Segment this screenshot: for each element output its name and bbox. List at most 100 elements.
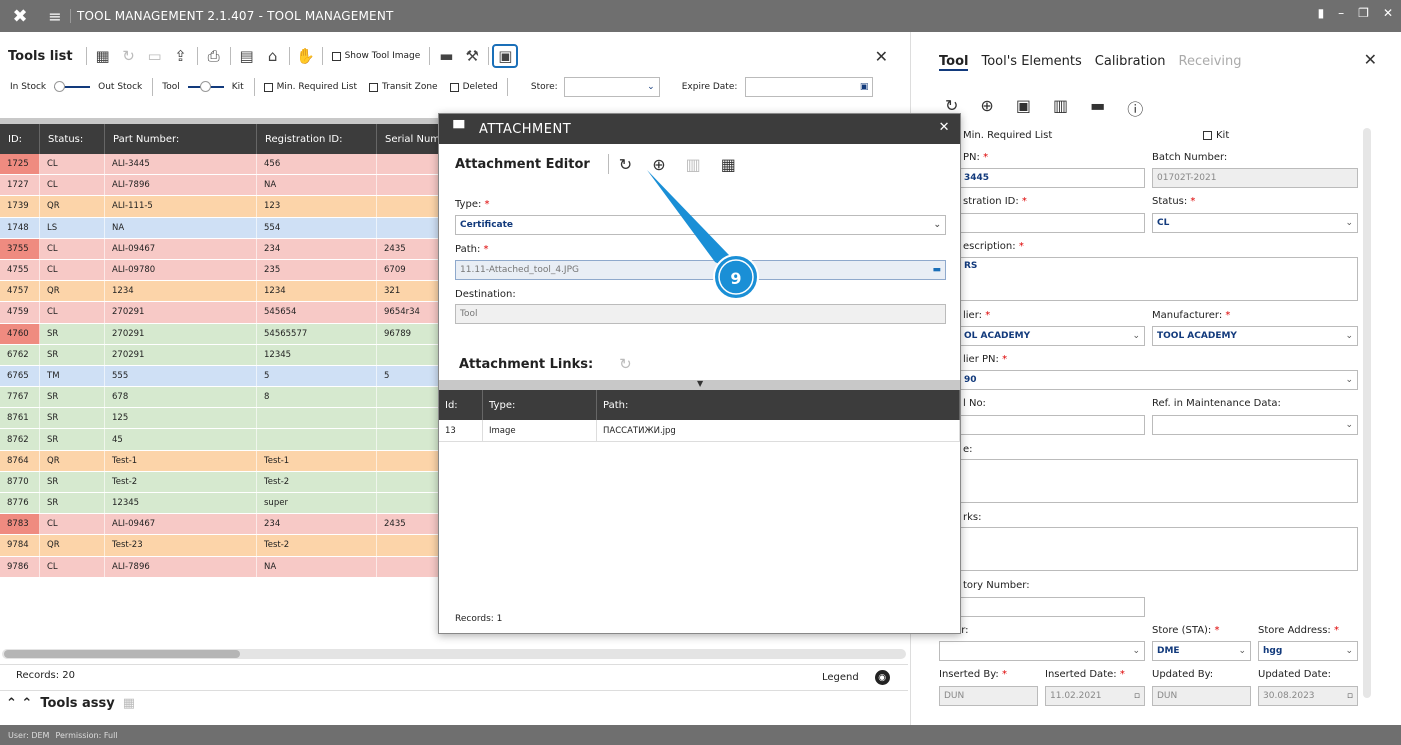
inserted-date-field[interactable]: 11.02.2021 ▫ [1045,686,1145,706]
add-icon[interactable]: ⊕ [652,155,665,174]
supplier-select[interactable]: OL ACADEMY ⌄ [939,326,1145,346]
destination-field[interactable]: Tool [455,304,946,324]
tools-assy-section[interactable]: ⌃ ⌃ Tools assy ▦ [6,696,135,711]
print-icon[interactable]: ⎙ [201,45,227,67]
minimize-button[interactable]: – [1338,6,1344,20]
expire-date-picker[interactable]: ▣ [745,77,874,97]
refresh-icon[interactable]: ↻ [116,45,142,67]
column-header-status[interactable]: Status: [40,124,105,154]
cell-part-number: ALI-3445 [105,154,257,175]
column-header-id[interactable]: ID: [0,124,40,154]
horizontal-scrollbar[interactable] [2,649,906,659]
updated-date-label: Updated Date: [1258,669,1332,680]
cell-id: 8764 [0,450,40,471]
chevron-down-icon: ⌄ [933,220,941,230]
refresh-icon[interactable]: ↻ [619,155,632,174]
tab-receiving[interactable]: Receiving [1179,54,1242,71]
stock-toggle[interactable] [54,81,91,93]
separator [253,78,255,96]
table-row[interactable]: 13 Image ПАССАТИЖИ.jpg [439,420,960,442]
serial-number-field[interactable] [939,415,1145,435]
close-window-button[interactable]: ✕ [1383,6,1393,20]
vertical-scrollbar[interactable] [1363,128,1371,698]
archive-icon[interactable]: ▭ [142,45,168,67]
transfer-icon[interactable]: ⇪ [168,45,194,67]
type-label-text: Type: [455,199,482,210]
path-field[interactable]: 11.11-Attached_tool_4.JPG ▬ [455,260,946,280]
cell-status: SR [40,493,105,514]
column-header-type[interactable]: Type: [483,390,597,420]
inserted-by-field[interactable]: DUN [939,686,1038,706]
delete-icon[interactable]: ▥ [686,155,701,174]
manufacturer-label: Manufacturer: * [1152,310,1230,321]
column-header-registration-id[interactable]: Registration ID: [257,124,377,154]
column-header-id[interactable]: Id: [439,390,483,420]
cell-part-number: NA [105,217,257,238]
deleted-checkbox[interactable]: Deleted [449,82,498,92]
required-mark: * [1119,669,1125,680]
checkbox-box [1203,131,1212,140]
note-field[interactable] [939,459,1358,503]
kit-checkbox[interactable]: Kit [1203,130,1229,141]
calibration-icon[interactable]: ⚒ [459,45,485,67]
transit-zone-checkbox[interactable]: Transit Zone [369,82,438,92]
tab-tools-elements[interactable]: Tool's Elements [981,54,1081,71]
cell-part-number: ALI-09467 [105,238,257,259]
description-label: escription: * [963,241,1024,252]
tool-box-icon[interactable]: ▬ [1090,96,1105,120]
owner-select[interactable]: ⌄ [939,641,1145,661]
close-tools-list-button[interactable]: ✕ [875,47,888,66]
tab-tool[interactable]: Tool [939,54,969,71]
cell-status: QR [40,535,105,556]
column-header-path[interactable]: Path: [597,390,960,420]
supplier-pn-select[interactable]: 90 ⌄ [939,370,1358,390]
delete-icon[interactable]: ▥ [1053,96,1068,120]
show-tool-image-checkbox[interactable]: Show Tool Image [331,51,420,61]
min-required-checkbox[interactable]: Min. Required List [263,82,357,92]
close-dialog-button[interactable]: ✕ [939,120,950,135]
updated-date-field[interactable]: 30.08.2023 ▫ [1258,686,1358,706]
scrollbar-thumb[interactable] [4,650,240,658]
notifications-icon[interactable]: ▮ [1318,6,1325,20]
column-header-part-number[interactable]: Part Number: [105,124,257,154]
type-select[interactable]: Certificate ⌄ [455,215,946,235]
batch-number-field[interactable]: 01702T-2021 [1152,168,1358,188]
eye-icon[interactable]: ◉ [874,670,890,685]
legend-toggle[interactable]: Legend ◉ [822,670,890,685]
store-select[interactable]: ⌄ [563,77,660,97]
remarks-field[interactable] [939,527,1358,571]
store-address-select[interactable]: hgg ⌄ [1258,641,1358,661]
hand-tool-icon[interactable]: ✋ [293,45,319,67]
excel-export-icon[interactable]: ▦ [123,696,135,711]
store-home-icon[interactable]: ⌂ [260,45,286,67]
close-detail-button[interactable]: ✕ [1364,50,1377,69]
cell-status: CL [40,175,105,196]
collapse-chevrons-icon[interactable]: ⌃ ⌃ [6,696,32,711]
store-sta-select[interactable]: DME ⌄ [1152,641,1251,661]
attachment-dialog-title: ATTACHMENT [479,121,572,137]
ref-maintenance-select[interactable]: ⌄ [1152,415,1358,435]
cell-id: 7767 [0,387,40,408]
attachment-clipboard-icon[interactable]: ▣ [492,44,519,68]
save-icon[interactable]: ▣ [1016,96,1031,120]
pn-field[interactable]: 3445 [939,168,1145,188]
updated-by-field[interactable]: DUN [1152,686,1251,706]
restore-button[interactable]: ❐ [1358,6,1369,20]
hamburger-menu-icon[interactable]: ≡ [40,7,70,26]
description-field[interactable]: RS [939,257,1358,301]
inventory-number-field[interactable] [939,597,1145,617]
tool-box-icon[interactable]: ▬ [433,45,459,67]
manufacturer-select[interactable]: TOOL ACADEMY ⌄ [1152,326,1358,346]
registration-id-field[interactable] [939,213,1145,233]
tab-calibration[interactable]: Calibration [1095,54,1166,71]
document-icon[interactable]: ▤ [234,45,260,67]
add-icon[interactable]: ⊕ [980,96,993,120]
refresh-icon[interactable]: ↻ [619,355,632,373]
excel-export-icon[interactable]: ▦ [721,155,736,174]
tool-kit-toggle[interactable] [187,81,224,93]
status-select[interactable]: CL ⌄ [1152,213,1358,233]
folder-browse-icon[interactable]: ▬ [932,265,941,275]
excel-export-icon[interactable]: ▦ [90,45,116,67]
info-icon[interactable]: ⓘ [1127,96,1143,120]
collapse-strip[interactable]: ▼ [439,379,960,390]
